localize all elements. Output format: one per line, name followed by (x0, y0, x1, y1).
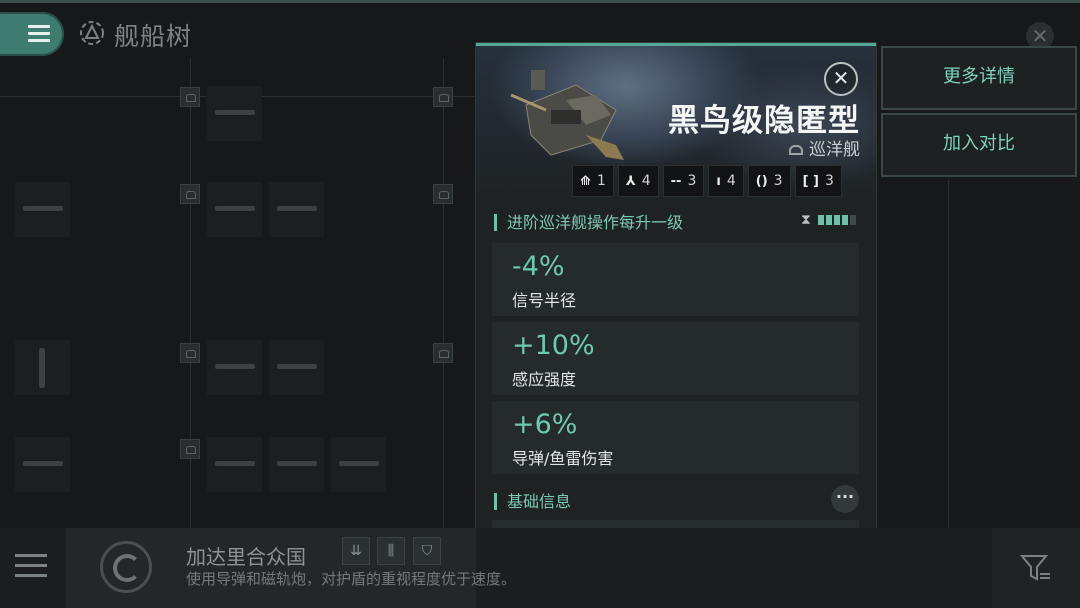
ship-name: 黑鸟级隐匿型 (668, 103, 860, 139)
faction-logo-icon (100, 541, 152, 593)
ship-card[interactable] (269, 182, 324, 237)
page-title: 舰船树 (114, 22, 193, 51)
filter-icon[interactable] (1020, 552, 1052, 584)
ship-class: 巡洋舰 (789, 135, 860, 160)
bonus-label: 感应强度 (512, 370, 577, 389)
bracket-slot-icon: [ ] (802, 173, 819, 189)
drone-slot-stat: ⅄ 4 (617, 165, 659, 197)
tier-icon (433, 184, 453, 204)
faction-name: 加达里合众国 (186, 545, 306, 569)
mid-slot-stat: -- 3 (662, 165, 705, 197)
slot-count: 4 (641, 173, 651, 189)
ship-class-label: 巡洋舰 (809, 140, 860, 160)
ship-tree-icon (80, 21, 104, 45)
mid-slot-icon: -- (670, 173, 682, 189)
ship-card[interactable] (207, 86, 262, 141)
low-slot-stat: ı4 (708, 165, 744, 197)
more-details-button[interactable]: 更多详情 (881, 46, 1077, 110)
skill-heading: 进阶巡洋舰操作每升一级 (494, 209, 683, 233)
more-options-button[interactable]: ··· (831, 485, 859, 513)
ship-card[interactable] (207, 182, 262, 237)
skill-book-icon: ⧗ (801, 212, 811, 228)
basic-info-heading: 基础信息 (494, 488, 571, 512)
ship-card[interactable] (269, 437, 324, 492)
tier-icon (180, 87, 200, 107)
ship-card[interactable] (207, 437, 262, 492)
rig-icon: () (755, 173, 768, 189)
add-to-compare-button[interactable]: 加入对比 (881, 113, 1077, 177)
drone-icon: ⅄ (625, 173, 636, 189)
tree-connector (443, 58, 444, 528)
high-slot-stat: ⟰ 1 (572, 165, 614, 197)
tier-icon (433, 343, 453, 363)
basic-info-title: 基础信息 (507, 492, 572, 511)
tier-icon (180, 439, 200, 459)
list-menu-icon[interactable] (15, 554, 47, 580)
low-slot-icon: ı (716, 173, 721, 189)
bonus-value: +10% (512, 330, 595, 361)
missile-icon: ⇊ (342, 537, 370, 565)
bracket-slot-stat: [ ] 3 (794, 165, 842, 197)
ship-card[interactable] (15, 182, 70, 237)
ship-render (510, 70, 624, 160)
bonus-label: 信号半径 (512, 291, 577, 310)
hamburger-icon (28, 25, 50, 43)
bonus-row: +10% 感应强度 (492, 322, 859, 395)
bonus-row: -4% 信号半径 (492, 243, 859, 316)
ship-detail-panel: ✕ 黑鸟级隐匿型 巡洋舰 ⟰ 1 ⅄ 4 -- 3 ı4 () 3 [ ] 3 进阶巡洋舰… (476, 43, 876, 563)
cruiser-icon (789, 145, 803, 155)
bonus-row: +6% 导弹/鱼雷伤害 (492, 401, 859, 474)
close-button[interactable]: ✕ (824, 62, 858, 96)
slot-count: 3 (773, 173, 783, 189)
slot-summary: ⟰ 1 ⅄ 4 -- 3 ı4 () 3 [ ] 3 (572, 165, 842, 197)
tree-connector (948, 180, 949, 528)
slot-count: 3 (687, 173, 697, 189)
shield-icon: ⛉ (413, 537, 441, 565)
slot-count: 3 (824, 173, 834, 189)
skill-level-indicator (818, 215, 856, 225)
ship-card[interactable] (15, 437, 70, 492)
bonus-value: -4% (512, 251, 565, 282)
main-menu-button[interactable] (0, 12, 64, 56)
skill-title: 进阶巡洋舰操作每升一级 (507, 213, 684, 232)
top-divider (0, 0, 1080, 3)
ship-card[interactable] (15, 340, 70, 395)
ship-card[interactable] (269, 340, 324, 395)
bonus-value: +6% (512, 409, 578, 440)
ship-card[interactable] (331, 437, 386, 492)
railgun-icon: ⫼ (377, 537, 405, 565)
tier-icon (180, 184, 200, 204)
bonus-label: 导弹/鱼雷伤害 (512, 449, 614, 468)
tier-icon (433, 87, 453, 107)
faction-description: 使用导弹和磁轨炮，对护盾的重视程度优于速度。 (186, 570, 517, 588)
rig-slot-stat: () 3 (747, 165, 791, 197)
slot-count: 1 (596, 173, 606, 189)
ship-card[interactable] (207, 340, 262, 395)
high-slot-icon: ⟰ (580, 173, 591, 189)
tier-icon (180, 343, 200, 363)
slot-count: 4 (726, 173, 736, 189)
